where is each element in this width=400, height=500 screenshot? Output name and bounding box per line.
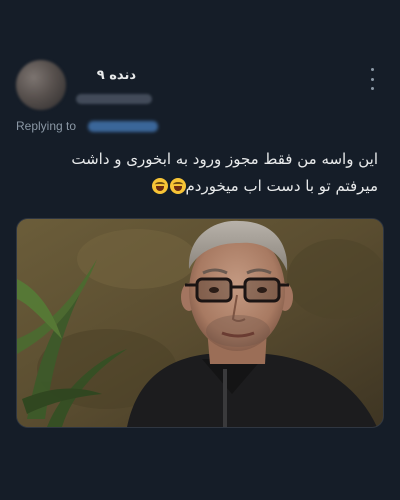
- more-vertical-icon-dot: [370, 77, 374, 81]
- attached-photo[interactable]: [16, 218, 384, 428]
- more-options-button[interactable]: [364, 68, 380, 90]
- reply-to-handle-blurred[interactable]: [88, 121, 158, 132]
- user-handle-blurred[interactable]: [76, 94, 152, 104]
- more-vertical-icon-dot: [370, 87, 374, 90]
- tweet-text-segment: میرفتم تو با دست اب میخوردم: [185, 177, 379, 195]
- laughing-emoji-icon: [151, 178, 168, 194]
- replying-to-label: Replying to: [16, 119, 77, 133]
- photo-man-with-glasses: [17, 219, 383, 427]
- laughing-emoji-icon: [169, 178, 186, 194]
- more-vertical-icon: [370, 68, 374, 71]
- avatar[interactable]: [16, 60, 66, 110]
- tweet-text: این واسه من فقط مجوز ورود به ابخوری و دا…: [18, 146, 378, 200]
- display-name[interactable]: دنده ۹: [76, 68, 136, 83]
- tweet: دنده ۹ Replying to این واسه من فقط مجوز …: [0, 0, 400, 500]
- tweet-text-line-with-emoji: میرفتم تو با دست اب میخوردم: [18, 173, 378, 200]
- tweet-text-line: این واسه من فقط مجوز ورود به ابخوری و دا…: [71, 150, 378, 168]
